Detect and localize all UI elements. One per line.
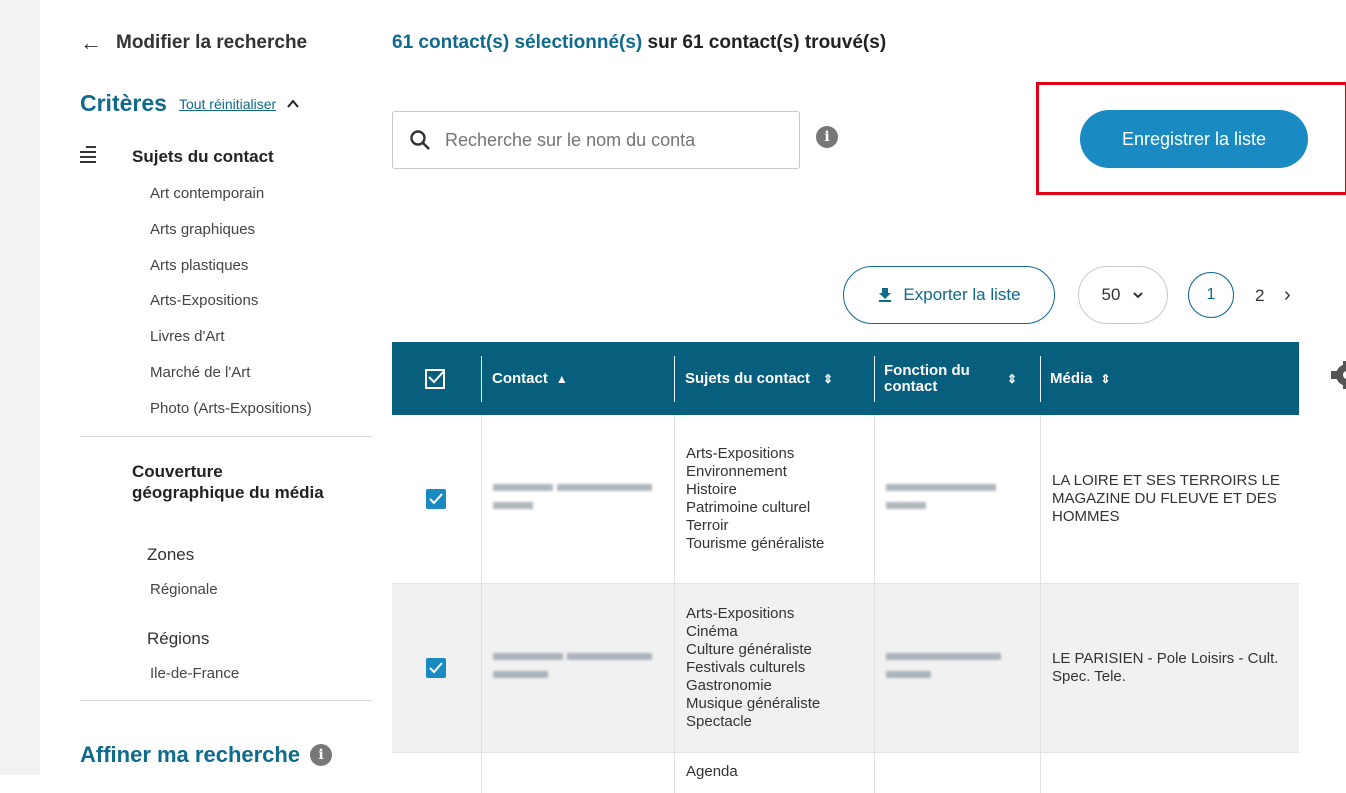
subject-tag: Culture généraliste bbox=[686, 641, 812, 658]
subject-tag: Histoire bbox=[686, 481, 737, 498]
sort-asc-icon: ▲ bbox=[555, 371, 568, 386]
column-media-label: Média bbox=[1050, 369, 1093, 387]
per-page-value: 50 bbox=[1101, 285, 1121, 304]
subject-tag: Musique généraliste bbox=[686, 695, 821, 712]
subject-tag: Environnement bbox=[686, 463, 787, 480]
subject-tag: Cinéma bbox=[686, 623, 738, 640]
zones-label: Zones bbox=[147, 545, 195, 564]
criteria-title: Critères bbox=[80, 90, 167, 116]
chevron-up-icon[interactable] bbox=[286, 97, 300, 111]
column-separator bbox=[1040, 356, 1041, 402]
column-header-subjects[interactable]: Sujets du contact ⇕ bbox=[685, 342, 855, 415]
results-count: 61 contact(s) sélectionné(s) sur 61 cont… bbox=[392, 32, 886, 54]
chevron-down-icon bbox=[1133, 292, 1144, 299]
column-subjects-label: Sujets du contact bbox=[685, 369, 811, 387]
sort-icon: ⇕ bbox=[823, 371, 834, 386]
subject-item: Arts graphiques bbox=[150, 221, 256, 238]
sort-icon: ⇕ bbox=[1100, 371, 1111, 386]
table-row[interactable]: Agenda bbox=[392, 753, 1299, 793]
contact-name-redacted[interactable] bbox=[481, 584, 674, 752]
function-redacted bbox=[874, 415, 1040, 583]
table-row[interactable]: Arts-Expositions Environnement Histoire … bbox=[392, 415, 1299, 584]
subjects-title: Sujets du contact bbox=[132, 147, 274, 166]
media-name: LA LOIRE ET SES TERROIRS LE MAGAZINE DU … bbox=[1052, 472, 1280, 525]
subject-tag: Spectacle bbox=[686, 713, 752, 730]
subject-tag: Tourisme généraliste bbox=[686, 535, 825, 552]
subject-tag: Agenda bbox=[686, 763, 738, 780]
media-name: LE PARISIEN - Pole Loisirs - Cult. Spec.… bbox=[1052, 650, 1279, 685]
subject-item: Art contemporain bbox=[150, 185, 265, 202]
function-redacted bbox=[874, 584, 1040, 752]
subject-tag: Arts-Expositions bbox=[686, 445, 795, 462]
select-all-checkbox[interactable] bbox=[425, 342, 445, 415]
search-input[interactable] bbox=[443, 128, 777, 152]
column-separator bbox=[874, 356, 875, 402]
back-label: Modifier la recherche bbox=[116, 32, 308, 53]
selected-count: 61 contact(s) sélectionné(s) bbox=[392, 32, 643, 53]
export-list-button[interactable]: Exporter la liste bbox=[843, 266, 1055, 324]
subject-item: Marché de l'Art bbox=[150, 364, 251, 381]
refine-search-title: Affiner ma recherche bbox=[80, 742, 301, 767]
contacts-table: Contact ▲ Sujets du contact ⇕ Fonction du … bbox=[392, 342, 1299, 793]
subject-tag: Patrimoine culturel bbox=[686, 499, 811, 516]
subject-item: Photo (Arts-Expositions) bbox=[150, 400, 312, 417]
contact-name-redacted[interactable] bbox=[481, 415, 674, 583]
regions-value: Ile-de-France bbox=[150, 665, 240, 682]
chevron-right-icon[interactable]: › bbox=[1284, 284, 1291, 307]
subject-item: Arts-Expositions bbox=[150, 292, 259, 309]
page-2-button[interactable]: 2 bbox=[1255, 286, 1264, 306]
subject-tag: Festivals culturels bbox=[686, 659, 806, 676]
download-icon bbox=[879, 288, 892, 302]
column-header-media[interactable]: Média ⇕ bbox=[1050, 342, 1111, 415]
row-checkbox[interactable] bbox=[426, 489, 446, 509]
subject-tag: Arts-Expositions bbox=[686, 605, 795, 622]
table-row[interactable]: Arts-Expositions Cinéma Culture générali… bbox=[392, 584, 1299, 753]
coverage-title: Couverture géographique du média bbox=[132, 462, 324, 502]
arrow-left-icon: ← bbox=[80, 30, 102, 55]
export-label: Exporter la liste bbox=[903, 285, 1021, 304]
criteria-header: Critères Tout réinitialiser bbox=[80, 90, 300, 117]
column-header-contact[interactable]: Contact ▲ bbox=[492, 342, 568, 415]
left-gutter bbox=[0, 0, 40, 775]
search-icon bbox=[410, 130, 430, 150]
column-separator bbox=[481, 356, 482, 402]
back-to-search-link[interactable]: ← Modifier la recherche bbox=[80, 32, 307, 54]
column-separator bbox=[674, 356, 675, 402]
divider bbox=[80, 700, 372, 701]
found-count: sur 61 contact(s) trouvé(s) bbox=[642, 32, 887, 53]
per-page-select[interactable]: 50 bbox=[1078, 266, 1168, 324]
subject-tag: Terroir bbox=[686, 517, 729, 534]
row-checkbox[interactable] bbox=[426, 658, 446, 678]
table-header: Contact ▲ Sujets du contact ⇕ Fonction du … bbox=[392, 342, 1299, 415]
sort-icon: ⇕ bbox=[1007, 371, 1018, 386]
page-1-button[interactable]: 1 bbox=[1188, 272, 1234, 318]
subject-tag: Gastronomie bbox=[686, 677, 772, 694]
info-icon[interactable]: i bbox=[310, 744, 333, 766]
column-contact-label: Contact bbox=[492, 369, 548, 387]
refine-search-header: Affiner ma recherche i bbox=[80, 742, 333, 768]
regions-label: Régions bbox=[147, 629, 210, 648]
gear-icon[interactable] bbox=[1325, 360, 1346, 390]
subject-item: Arts plastiques bbox=[150, 257, 249, 274]
column-function-label: Fonction du contact bbox=[884, 361, 970, 395]
search-box bbox=[392, 111, 800, 169]
column-header-function[interactable]: Fonction du contact ⇕ bbox=[884, 342, 1034, 415]
reset-all-link[interactable]: Tout réinitialiser bbox=[179, 96, 276, 112]
info-icon[interactable]: i bbox=[816, 126, 838, 148]
subject-item: Livres d'Art bbox=[150, 328, 225, 345]
save-list-button[interactable]: Enregistrer la liste bbox=[1080, 110, 1308, 168]
divider bbox=[80, 436, 372, 437]
list-icon bbox=[80, 146, 96, 166]
zones-value: Régionale bbox=[150, 581, 218, 598]
